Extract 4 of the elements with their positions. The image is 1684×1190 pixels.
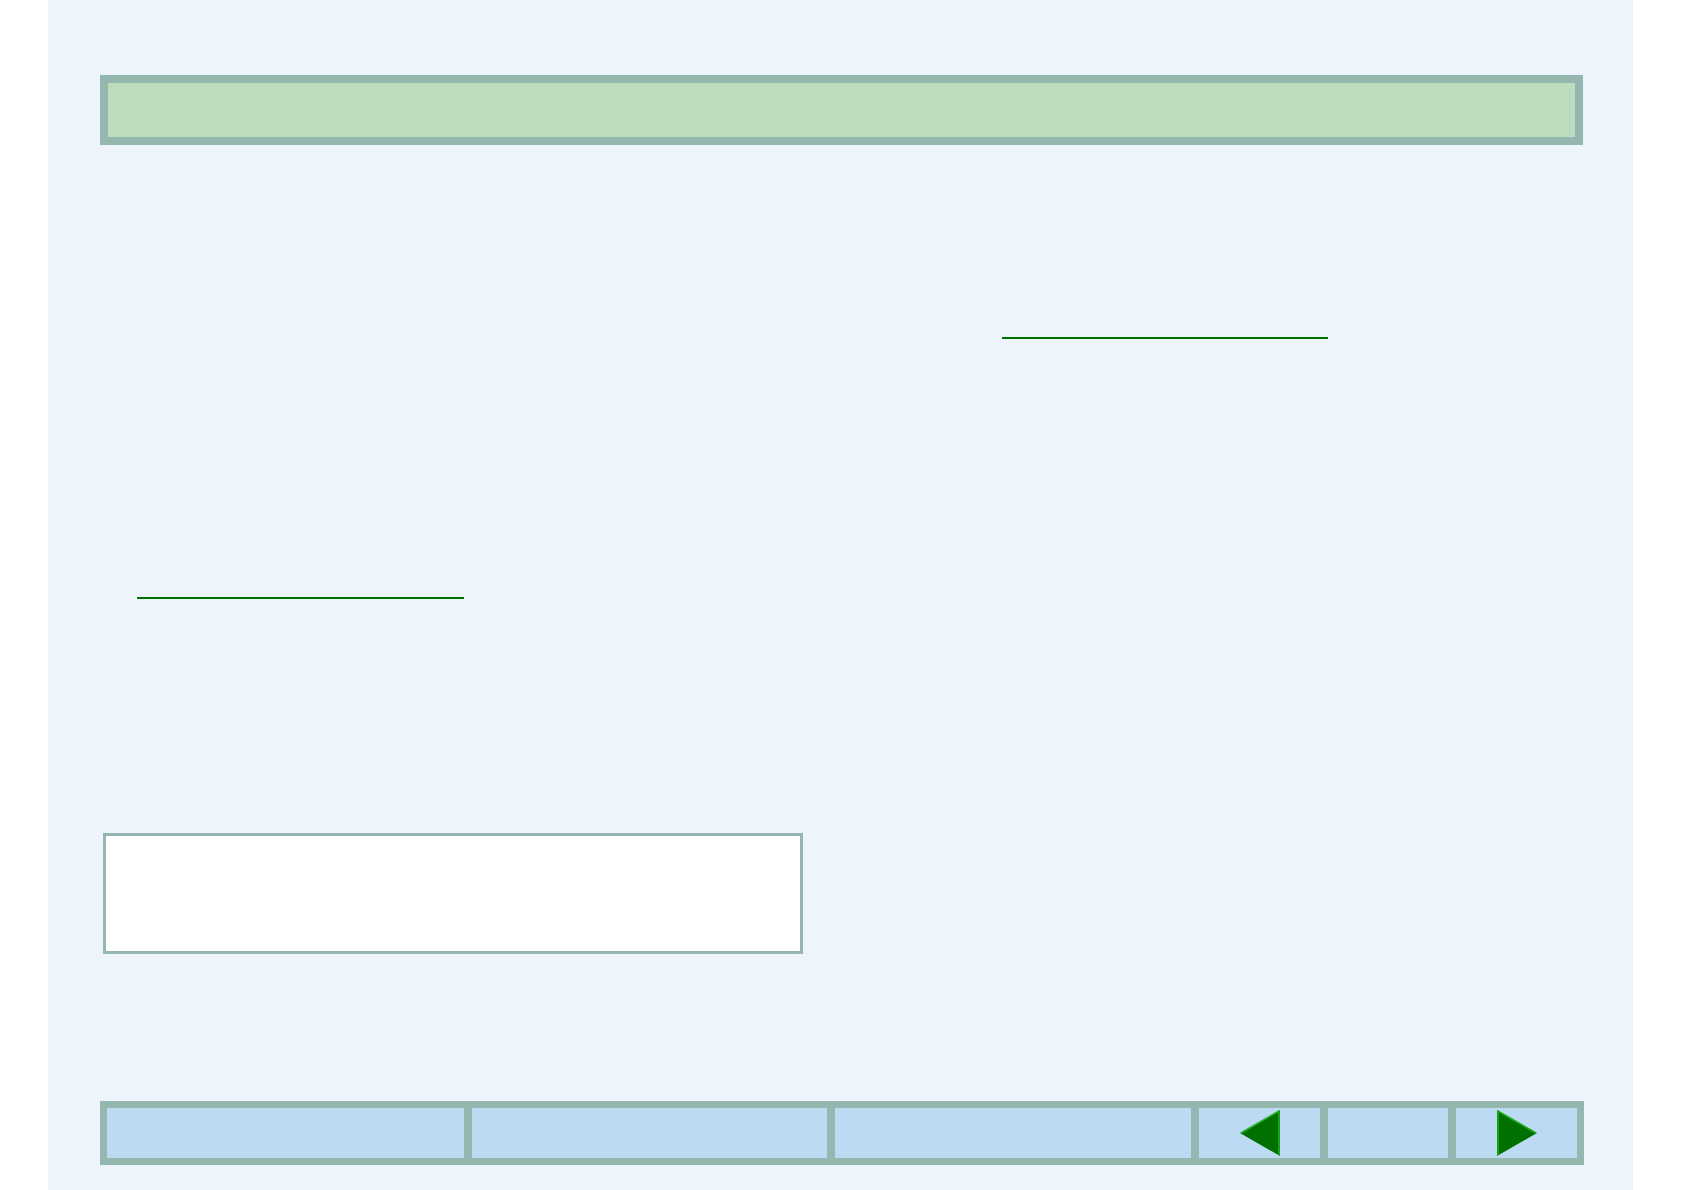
- right-arrow-icon: [1496, 1110, 1537, 1156]
- next-button[interactable]: [1456, 1108, 1577, 1158]
- left-arrow-icon: [1239, 1110, 1280, 1156]
- previous-button[interactable]: [1199, 1108, 1320, 1158]
